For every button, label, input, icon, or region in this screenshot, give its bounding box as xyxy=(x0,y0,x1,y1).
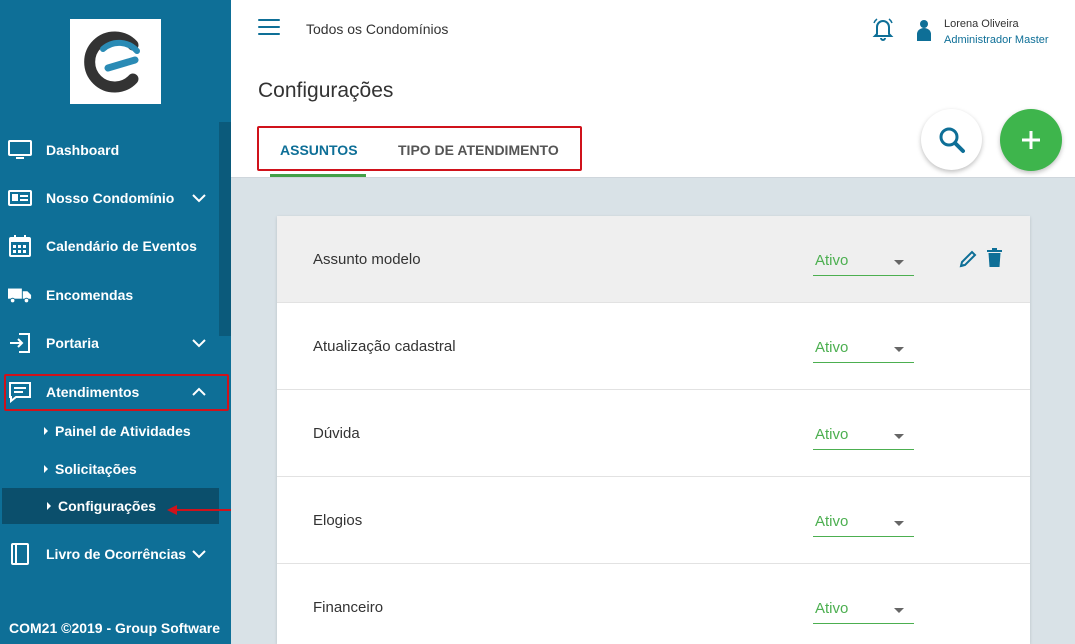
tab-assuntos[interactable]: ASSUNTOS xyxy=(280,142,358,158)
status-select[interactable]: Ativo xyxy=(813,333,914,363)
logo-icon xyxy=(83,31,140,92)
caret-right-icon xyxy=(44,465,48,473)
condominium-selector-title[interactable]: Todos os Condomínios xyxy=(306,21,448,37)
sidebar-item-livro-ocorrencias[interactable]: Livro de Ocorrências xyxy=(0,534,231,574)
top-bar: Todos os Condomínios Lorena Oliveira Adm… xyxy=(231,0,1075,60)
chat-icon xyxy=(8,380,32,404)
search-button[interactable] xyxy=(921,109,982,170)
list-item[interactable]: Financeiro Ativo xyxy=(277,564,1030,644)
sidebar: Dashboard Nosso Condomínio Calendário de… xyxy=(0,0,231,644)
sidebar-item-label: Dashboard xyxy=(46,142,120,158)
status-select[interactable]: Ativo xyxy=(813,507,914,537)
subject-name: Assunto modelo xyxy=(313,251,421,268)
menu-icon[interactable] xyxy=(258,19,280,37)
user-icon[interactable] xyxy=(917,19,931,41)
list-item[interactable]: Atualização cadastral Ativo xyxy=(277,303,1030,390)
sidebar-item-label: Livro de Ocorrências xyxy=(46,546,187,562)
caret-right-icon xyxy=(44,427,48,435)
subject-name: Atualização cadastral xyxy=(313,338,456,355)
chevron-down-icon[interactable] xyxy=(189,544,209,564)
status-select[interactable]: Ativo xyxy=(813,594,914,624)
login-icon xyxy=(8,331,32,355)
bell-icon[interactable] xyxy=(872,17,894,41)
sidebar-item-atendimentos[interactable]: Atendimentos xyxy=(0,372,231,412)
status-value: Ativo xyxy=(815,600,849,617)
status-value: Ativo xyxy=(815,513,849,530)
logo xyxy=(70,19,161,104)
user-role: Administrador Master xyxy=(944,34,1049,46)
sidebar-item-portaria[interactable]: Portaria xyxy=(0,323,231,363)
status-select[interactable]: Ativo xyxy=(813,246,914,276)
list-item[interactable]: Dúvida Ativo xyxy=(277,390,1030,477)
trash-icon[interactable] xyxy=(986,248,1003,268)
submenu-item-label: Painel de Atividades xyxy=(55,423,191,439)
sidebar-item-encomendas[interactable]: Encomendas xyxy=(0,275,231,315)
sidebar-item-calendario[interactable]: Calendário de Eventos xyxy=(0,226,231,266)
sidebar-item-nosso-condominio[interactable]: Nosso Condomínio xyxy=(0,178,231,218)
user-name[interactable]: Lorena Oliveira xyxy=(944,18,1019,30)
dropdown-caret-icon xyxy=(894,347,904,352)
subject-name: Dúvida xyxy=(313,425,360,442)
status-value: Ativo xyxy=(815,339,849,356)
submenu-item-label: Configurações xyxy=(58,498,157,514)
list-item[interactable]: Elogios Ativo xyxy=(277,477,1030,564)
chevron-down-icon[interactable] xyxy=(189,333,209,353)
truck-icon xyxy=(8,283,32,307)
id-card-icon xyxy=(8,186,32,210)
status-value: Ativo xyxy=(815,252,849,269)
sidebar-item-label: Calendário de Eventos xyxy=(46,238,197,254)
submenu-item-painel-atividades[interactable]: Painel de Atividades xyxy=(0,413,219,449)
submenu-item-solicitacoes[interactable]: Solicitações xyxy=(0,451,219,487)
page-title: Configurações xyxy=(258,79,394,102)
calendar-icon xyxy=(8,234,32,258)
search-icon xyxy=(939,127,965,153)
dropdown-caret-icon xyxy=(894,434,904,439)
caret-right-icon xyxy=(47,502,51,510)
chevron-up-icon[interactable] xyxy=(189,382,209,402)
sidebar-item-label: Atendimentos xyxy=(46,384,140,400)
annotation-arrow-icon xyxy=(167,505,233,515)
sidebar-item-label: Encomendas xyxy=(46,287,134,303)
sidebar-footer: COM21 ©2019 - Group Software xyxy=(0,612,231,644)
sidebar-item-label: Nosso Condomínio xyxy=(46,190,175,206)
pencil-icon[interactable] xyxy=(958,249,978,269)
plus-icon xyxy=(1022,131,1040,149)
subjects-list: Assunto modelo Ativo Atualização cadastr… xyxy=(277,216,1030,644)
sidebar-item-label: Portaria xyxy=(46,335,99,351)
dropdown-caret-icon xyxy=(894,608,904,613)
list-item[interactable]: Assunto modelo Ativo xyxy=(277,216,1030,303)
submenu-item-label: Solicitações xyxy=(55,461,137,477)
dropdown-caret-icon xyxy=(894,260,904,265)
status-value: Ativo xyxy=(815,426,849,443)
subject-name: Elogios xyxy=(313,512,363,529)
book-icon xyxy=(8,542,32,566)
monitor-icon xyxy=(8,138,32,162)
dropdown-caret-icon xyxy=(894,521,904,526)
add-button[interactable] xyxy=(1000,109,1062,171)
status-select[interactable]: Ativo xyxy=(813,420,914,450)
subject-name: Financeiro xyxy=(313,599,384,616)
tab-tipo-atendimento[interactable]: TIPO DE ATENDIMENTO xyxy=(398,142,559,158)
sidebar-item-dashboard[interactable]: Dashboard xyxy=(0,130,231,170)
chevron-down-icon[interactable] xyxy=(189,188,209,208)
